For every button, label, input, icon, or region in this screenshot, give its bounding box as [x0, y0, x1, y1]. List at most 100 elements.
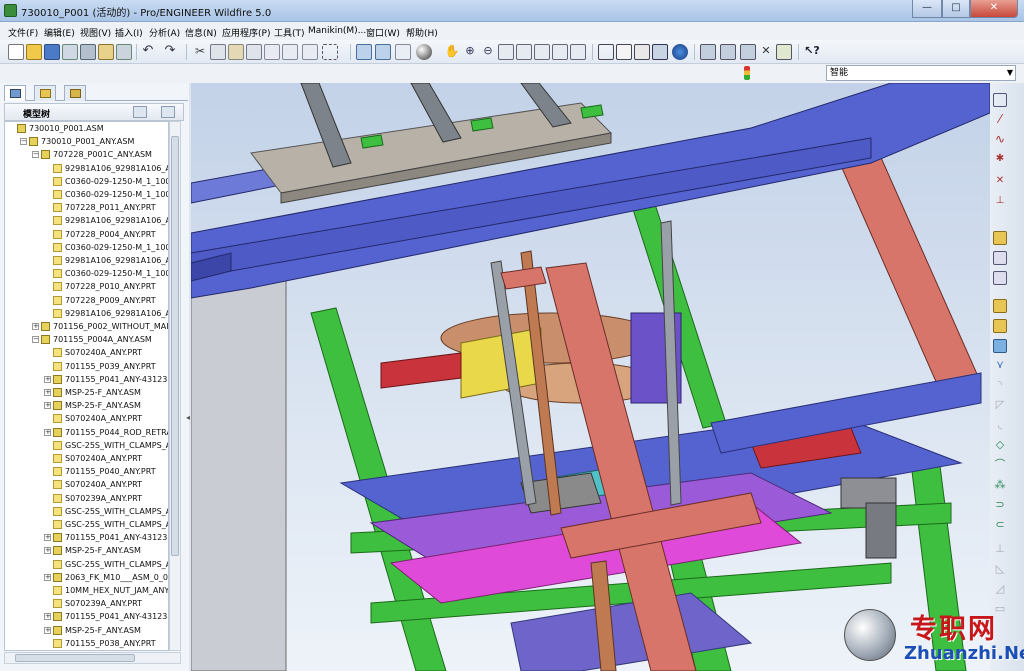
tree-row[interactable]: S070240A_ANY.PRT: [44, 413, 142, 426]
menu-view[interactable]: 视图(V): [80, 26, 111, 39]
regeneration-status-icon[interactable]: [744, 66, 750, 80]
redo-icon[interactable]: ↷: [162, 44, 178, 60]
shaded-icon[interactable]: [652, 44, 668, 60]
graphics-viewport[interactable]: [191, 83, 990, 671]
wireframe-icon[interactable]: [598, 44, 614, 60]
tab-favorites[interactable]: [64, 85, 86, 101]
create-component-icon[interactable]: [993, 251, 1007, 265]
expand-icon[interactable]: +: [44, 613, 51, 621]
hole-icon[interactable]: [993, 339, 1007, 353]
paste-icon[interactable]: [228, 44, 244, 60]
tree-row[interactable]: +2063_FK_M10___ASM_0_0: [44, 572, 168, 585]
close-button[interactable]: ✕: [970, 0, 1018, 18]
tree-horizontal-scrollbar[interactable]: [4, 652, 181, 664]
maximize-button[interactable]: □: [942, 0, 970, 18]
collapse-icon[interactable]: −: [32, 151, 39, 159]
context-help-icon[interactable]: ↖?: [804, 44, 820, 60]
revolve-icon[interactable]: [993, 319, 1007, 333]
tree-row[interactable]: GSC-25S_WITH_CLAMPS_A: [44, 440, 168, 453]
draft-icon[interactable]: ◇: [993, 439, 1007, 453]
menu-tools[interactable]: 工具(T): [274, 26, 305, 39]
tree-row[interactable]: 701155_P040_ANY.PRT: [44, 466, 156, 479]
tree-row[interactable]: C0360-029-1250-M_1_100: [44, 268, 168, 281]
pattern-icon[interactable]: ⁂: [993, 479, 1007, 493]
tree-row[interactable]: 701155_P038_ANY.PRT: [44, 638, 156, 650]
mirror-icon[interactable]: ⊃: [993, 499, 1007, 513]
tree-row[interactable]: GSC-25S_WITH_CLAMPS_A: [44, 559, 168, 572]
tree-row[interactable]: C0360-029-1250-M_1_100: [44, 176, 168, 189]
tree-row[interactable]: C0360-029-1250-M_1_100: [44, 242, 168, 255]
expand-icon[interactable]: +: [44, 375, 51, 383]
menu-window[interactable]: 窗口(W): [366, 26, 400, 39]
datum-curve-tool-icon[interactable]: ∿: [993, 133, 1007, 147]
round-icon[interactable]: ◝: [993, 379, 1007, 393]
pan-icon[interactable]: ✋: [444, 44, 460, 60]
reorient-icon[interactable]: [516, 44, 532, 60]
zoom-out-icon[interactable]: ⊖: [480, 44, 496, 60]
tree-row[interactable]: GSC-25S_WITH_CLAMPS_A: [44, 519, 168, 532]
csys-tool-icon[interactable]: ✕: [993, 175, 1007, 189]
tree-row[interactable]: +701155_P041_ANY-431238: [44, 374, 168, 387]
tree-row[interactable]: + MSP-25-F_ANY.ASM: [44, 400, 141, 413]
paste-special-icon[interactable]: [246, 44, 262, 60]
orient-icon[interactable]: [395, 44, 411, 60]
shell-icon[interactable]: ⌒: [993, 459, 1007, 473]
spin-center-icon[interactable]: [375, 44, 391, 60]
rib-icon[interactable]: ◟: [993, 419, 1007, 433]
view-manager-icon[interactable]: [570, 44, 586, 60]
save-copy-icon[interactable]: [62, 44, 78, 60]
menu-help[interactable]: 帮助(H): [406, 26, 438, 39]
regenerate-icon[interactable]: [264, 44, 280, 60]
no-hidden-icon[interactable]: [634, 44, 650, 60]
menu-applications[interactable]: 应用程序(P): [222, 26, 270, 39]
expand-icon[interactable]: +: [44, 547, 51, 555]
tree-row[interactable]: S070240A_ANY.PRT: [44, 347, 142, 360]
select-region-icon[interactable]: [322, 44, 338, 60]
expand-icon[interactable]: +: [32, 323, 39, 330]
extrude-icon[interactable]: [993, 299, 1007, 313]
tree-row[interactable]: +701156_P002_WITHOUT_MAIN: [32, 321, 168, 334]
enhanced-realism-icon[interactable]: [672, 44, 688, 60]
tree-settings-icon[interactable]: [133, 106, 147, 118]
copy-icon[interactable]: [210, 44, 226, 60]
tree-row[interactable]: + MSP-25-F_ANY.ASM: [44, 625, 141, 638]
select-box-icon[interactable]: [302, 44, 318, 60]
send-icon[interactable]: [116, 44, 132, 60]
annotations-icon[interactable]: [776, 44, 792, 60]
tree-row[interactable]: 92981A106_92981A106_AN: [44, 255, 168, 268]
expand-icon[interactable]: +: [44, 626, 51, 634]
cut-icon[interactable]: ✂: [192, 44, 208, 60]
tree-row[interactable]: 707228_P009_ANY.PRT: [44, 295, 156, 308]
menu-insert[interactable]: 插入(I): [115, 26, 143, 39]
datum-point-tool-icon[interactable]: ✱: [993, 153, 1007, 167]
shading-icon[interactable]: [416, 44, 432, 60]
collapse-icon[interactable]: −: [32, 336, 39, 344]
datum-plane-tool-icon[interactable]: [993, 93, 1007, 107]
hidden-line-icon[interactable]: [616, 44, 632, 60]
tree-row[interactable]: C0360-029-1250-M_1_100: [44, 189, 168, 202]
tree-row[interactable]: + MSP-25-F_ANY.ASM: [44, 545, 141, 558]
tree-row[interactable]: 701155_P039_ANY.PRT: [44, 361, 156, 374]
layers-icon[interactable]: [552, 44, 568, 60]
saved-views-icon[interactable]: [534, 44, 550, 60]
tree-row[interactable]: 92981A106_92981A106_AN: [44, 308, 168, 321]
tree-row[interactable]: 707228_P010_ANY.PRT: [44, 281, 156, 294]
tree-row[interactable]: +701155_P041_ANY-431238: [44, 611, 168, 624]
panel-collapse-icon[interactable]: ◂: [186, 413, 190, 422]
tree-row[interactable]: 707228_P004_ANY.PRT: [44, 229, 156, 242]
find-icon[interactable]: [282, 44, 298, 60]
selection-filter-select[interactable]: 智能 ▼: [826, 65, 1016, 81]
new-icon[interactable]: [8, 44, 24, 60]
merge-icon[interactable]: ⊂: [993, 519, 1007, 533]
tree-row[interactable]: GSC-25S_WITH_CLAMPS_A: [44, 506, 168, 519]
tree-row[interactable]: − 730010_P001_ANY.ASM: [20, 136, 134, 149]
datum-planes-icon[interactable]: [700, 44, 716, 60]
refit-icon[interactable]: [498, 44, 514, 60]
tree-row[interactable]: − 707228_P001C_ANY.ASM: [32, 149, 152, 162]
datum-points-icon[interactable]: [740, 44, 756, 60]
datum-axes-icon[interactable]: [720, 44, 736, 60]
cut-feature-icon[interactable]: ⋎: [993, 359, 1007, 373]
tree-row[interactable]: +701155_P044_ROD_RETRA: [44, 427, 168, 440]
tree-row[interactable]: 707228_P011_ANY.PRT: [44, 202, 156, 215]
repaint-icon[interactable]: [356, 44, 372, 60]
